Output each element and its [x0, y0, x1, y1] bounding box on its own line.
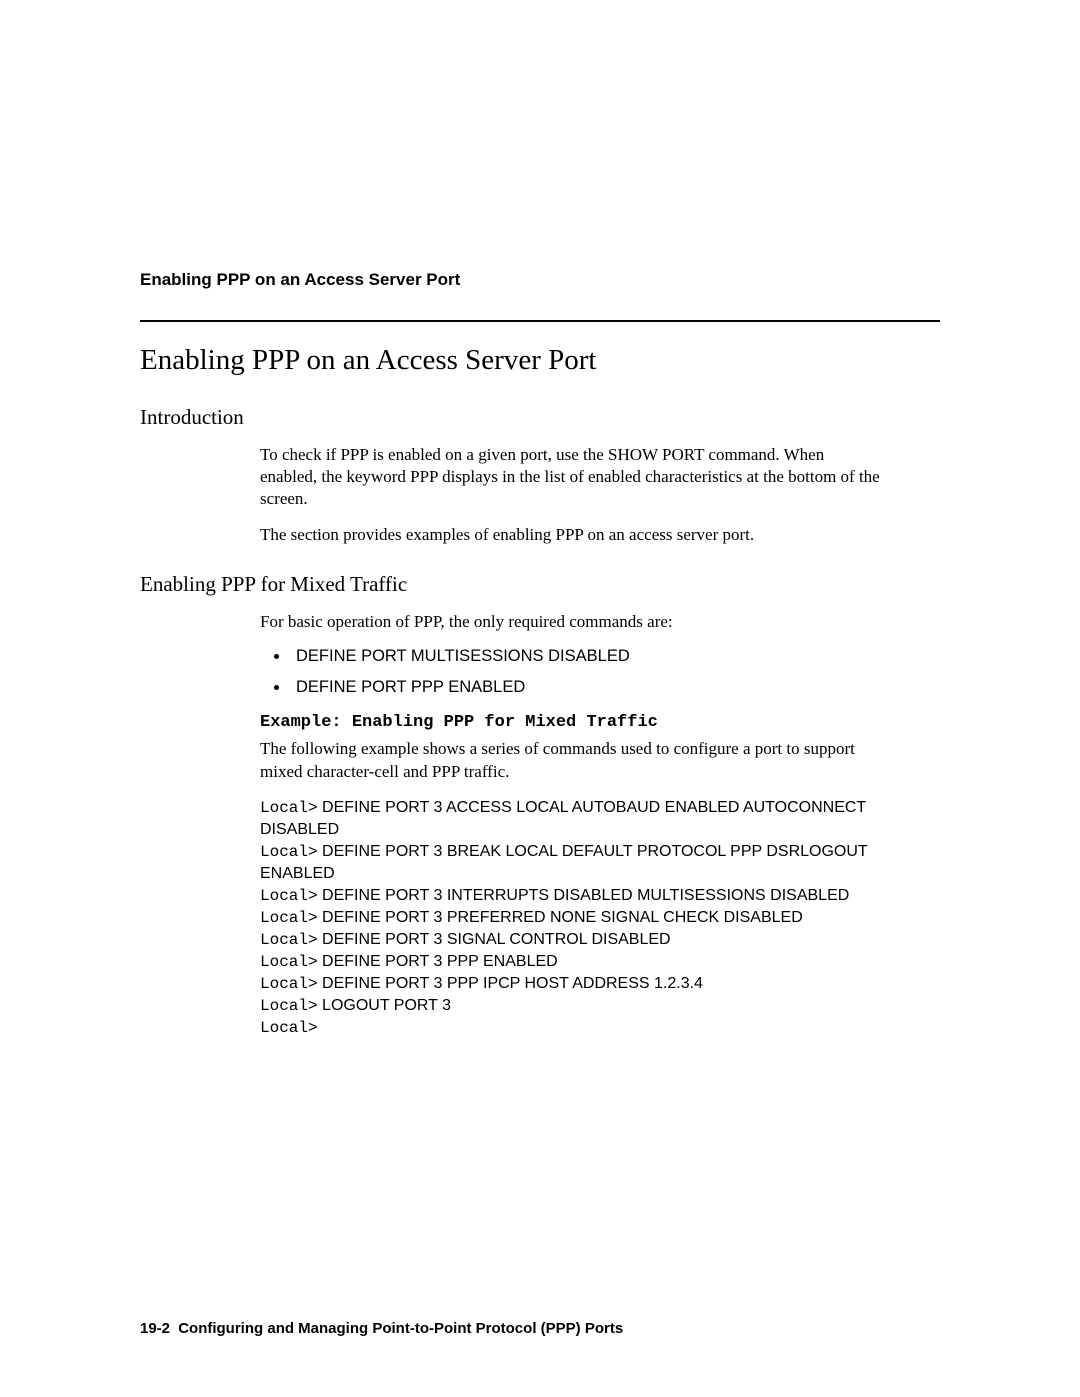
terminal-prompt: Local>: [260, 975, 318, 993]
horizontal-rule: [140, 320, 940, 322]
example-paragraph: The following example shows a series of …: [260, 738, 880, 782]
intro-paragraph-1: To check if PPP is enabled on a given po…: [260, 444, 880, 510]
terminal-prompt: Local>: [260, 1019, 318, 1037]
terminal-line: Local>: [260, 1017, 900, 1039]
terminal-command: DEFINE PORT 3 INTERRUPTS DISABLED MULTIS…: [318, 887, 850, 904]
mixed-paragraph-1: For basic operation of PPP, the only req…: [260, 611, 880, 633]
running-head: Enabling PPP on an Access Server Port: [140, 270, 940, 290]
section-mixed-traffic: Enabling PPP for Mixed Traffic For basic…: [140, 572, 940, 1039]
terminal-line: Local> DEFINE PORT 3 INTERRUPTS DISABLED…: [260, 885, 900, 907]
terminal-prompt: Local>: [260, 799, 318, 817]
terminal-line: Local> DEFINE PORT 3 PPP ENABLED: [260, 951, 900, 973]
terminal-block: Local> DEFINE PORT 3 ACCESS LOCAL AUTOBA…: [260, 797, 900, 1040]
list-item: DEFINE PORT MULTISESSIONS DISABLED: [290, 647, 940, 666]
terminal-command: DEFINE PORT 3 BREAK LOCAL DEFAULT PROTOC…: [260, 843, 867, 882]
mixed-body: For basic operation of PPP, the only req…: [260, 611, 880, 633]
terminal-prompt: Local>: [260, 887, 318, 905]
page-title: Enabling PPP on an Access Server Port: [140, 344, 940, 377]
terminal-line: Local> LOGOUT PORT 3: [260, 995, 900, 1017]
example-description: The following example shows a series of …: [260, 738, 880, 782]
terminal-line: Local> DEFINE PORT 3 SIGNAL CONTROL DISA…: [260, 929, 900, 951]
terminal-command: DEFINE PORT 3 PREFERRED NONE SIGNAL CHEC…: [318, 909, 803, 926]
terminal-prompt: Local>: [260, 997, 318, 1015]
terminal-prompt: Local>: [260, 931, 318, 949]
page: Enabling PPP on an Access Server Port En…: [0, 0, 1080, 1397]
terminal-line: Local> DEFINE PORT 3 PPP IPCP HOST ADDRE…: [260, 973, 900, 995]
terminal-prompt: Local>: [260, 953, 318, 971]
chapter-title: Configuring and Managing Point-to-Point …: [178, 1320, 623, 1337]
terminal-line: Local> DEFINE PORT 3 BREAK LOCAL DEFAULT…: [260, 841, 900, 885]
terminal-command: DEFINE PORT 3 ACCESS LOCAL AUTOBAUD ENAB…: [260, 799, 866, 838]
terminal-prompt: Local>: [260, 909, 318, 927]
example-heading: Example: Enabling PPP for Mixed Traffic: [260, 713, 940, 732]
section-introduction: Introduction To check if PPP is enabled …: [140, 405, 940, 546]
intro-body: To check if PPP is enabled on a given po…: [260, 444, 880, 546]
terminal-command: DEFINE PORT 3 PPP IPCP HOST ADDRESS 1.2.…: [318, 975, 703, 992]
terminal-command: DEFINE PORT 3 PPP ENABLED: [318, 953, 558, 970]
required-commands-list: DEFINE PORT MULTISESSIONS DISABLED DEFIN…: [290, 647, 940, 697]
intro-paragraph-2: The section provides examples of enablin…: [260, 524, 880, 546]
terminal-command: DEFINE PORT 3 SIGNAL CONTROL DISABLED: [318, 931, 671, 948]
page-footer: 19-2 Configuring and Managing Point-to-P…: [140, 1320, 623, 1337]
list-item: DEFINE PORT PPP ENABLED: [290, 678, 940, 697]
terminal-line: Local> DEFINE PORT 3 PREFERRED NONE SIGN…: [260, 907, 900, 929]
terminal-prompt: Local>: [260, 843, 318, 861]
terminal-command: LOGOUT PORT 3: [318, 997, 451, 1014]
page-number: 19-2: [140, 1320, 170, 1337]
heading-mixed-traffic: Enabling PPP for Mixed Traffic: [140, 572, 940, 597]
terminal-line: Local> DEFINE PORT 3 ACCESS LOCAL AUTOBA…: [260, 797, 900, 841]
heading-introduction: Introduction: [140, 405, 940, 430]
